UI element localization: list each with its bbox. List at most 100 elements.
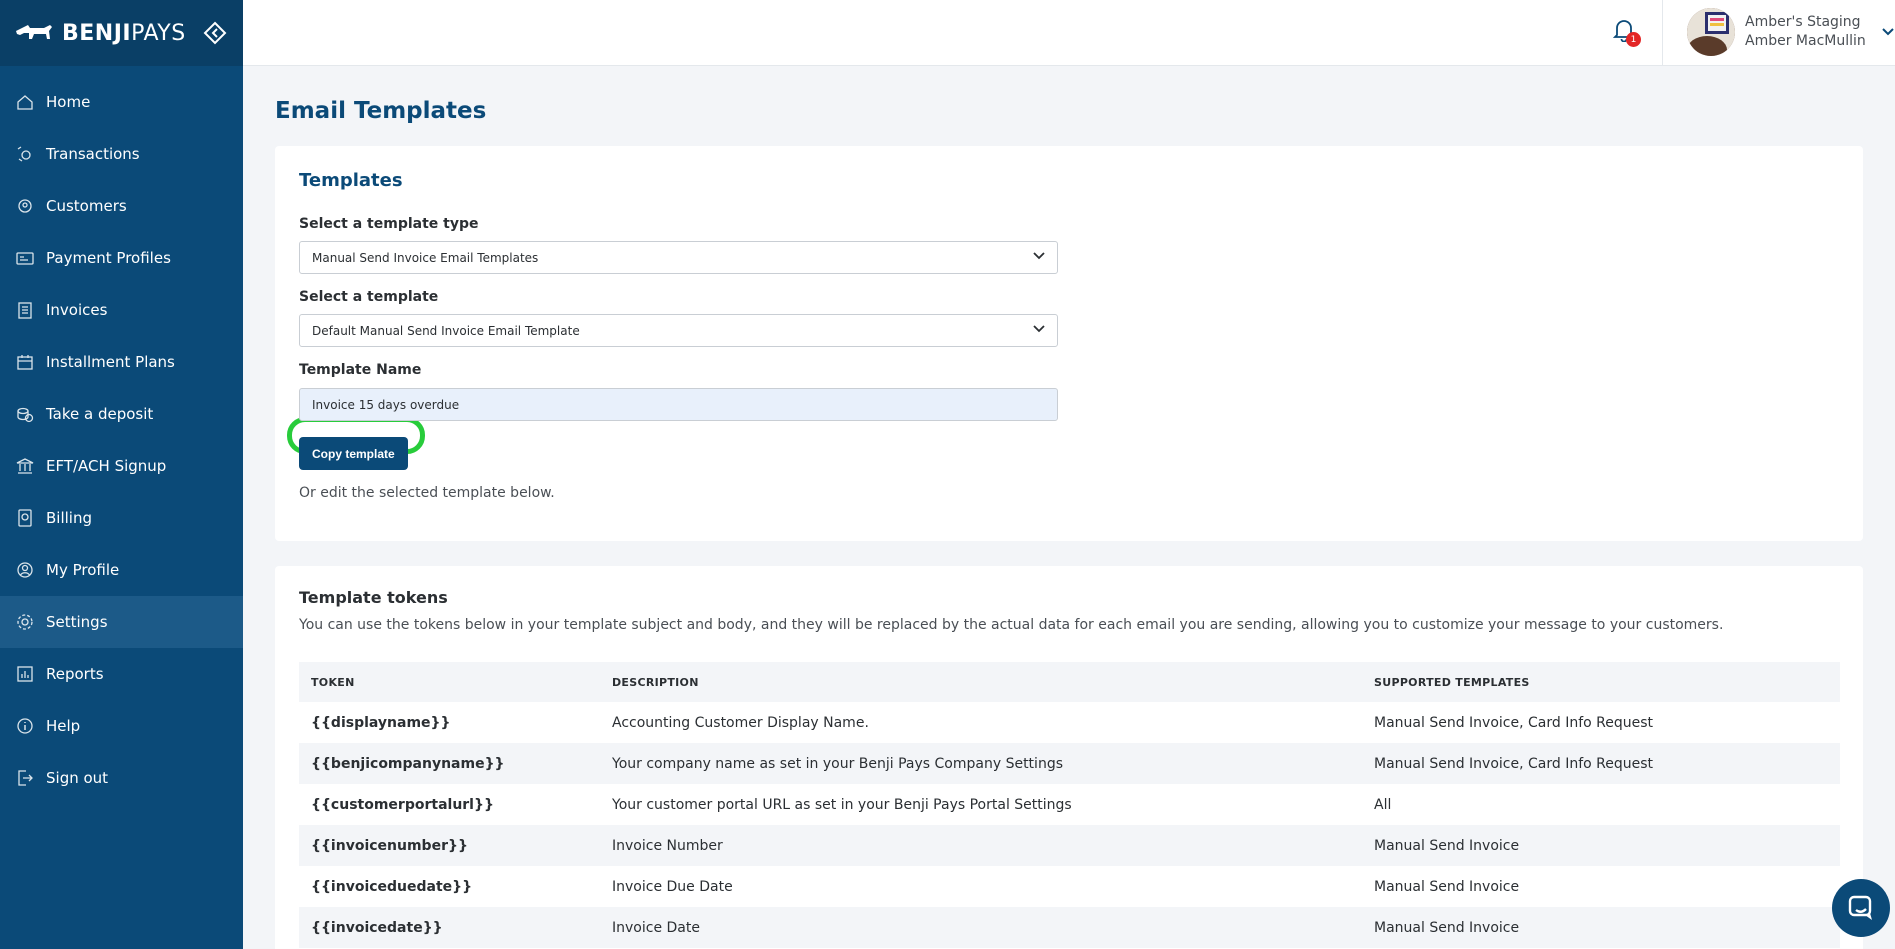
sidebar-item-label: Help — [46, 717, 81, 735]
reports-icon — [16, 665, 34, 683]
sidebar-item-label: Customers — [46, 197, 127, 215]
collapse-icon — [203, 21, 227, 45]
templates-card-title: Templates — [299, 170, 403, 191]
user-name: Amber MacMullin — [1745, 33, 1866, 49]
cell-supported: All — [1374, 796, 1392, 813]
cell-token: {{customerportalurl}} — [311, 796, 494, 813]
sidebar-item-take-a-deposit[interactable]: Take a deposit — [0, 388, 243, 440]
table-header: TOKEN DESCRIPTION SUPPORTED TEMPLATES — [299, 662, 1840, 702]
cell-supported: Manual Send Invoice, Card Info Request — [1374, 755, 1654, 772]
sidebar-item-settings[interactable]: Settings — [0, 596, 243, 648]
sidebar-item-eft-ach-signup[interactable]: EFT/ACH Signup — [0, 440, 243, 492]
template-type-select[interactable]: Manual Send Invoice Email Templates — [299, 241, 1058, 274]
sidebar-item-home[interactable]: Home — [0, 76, 243, 128]
sidebar-item-label: Payment Profiles — [46, 249, 171, 267]
sidebar-item-label: Transactions — [46, 145, 140, 163]
template-name-label: Template Name — [299, 362, 422, 378]
transactions-icon — [16, 145, 34, 163]
sidebar-item-label: Home — [46, 93, 91, 111]
sidebar-item-invoices[interactable]: Invoices — [0, 284, 243, 336]
cell-description: Invoice Due Date — [612, 878, 733, 895]
template-name-value: Invoice 15 days overdue — [312, 397, 460, 412]
sidebar-item-installment-plans[interactable]: Installment Plans — [0, 336, 243, 388]
sidebar-item-label: Installment Plans — [46, 353, 175, 371]
page-title: Email Templates — [275, 98, 487, 124]
cell-description: Your company name as set in your Benji P… — [612, 755, 1063, 772]
header-divider — [1662, 0, 1663, 66]
sidebar-item-reports[interactable]: Reports — [0, 648, 243, 700]
cell-token: {{invoicenumber}} — [311, 837, 468, 854]
cell-supported: Manual Send Invoice — [1374, 837, 1520, 854]
cell-description: Invoice Date — [612, 919, 700, 936]
table-row: {{displayname}} Accounting Customer Displ… — [299, 702, 1840, 743]
template-type-label: Select a template type — [299, 216, 479, 232]
chevron-down-icon — [1882, 28, 1894, 36]
user-menu[interactable]: Amber's Staging Amber MacMullin — [1687, 8, 1894, 56]
notifications-button[interactable]: 1 — [1612, 18, 1643, 48]
home-icon — [16, 93, 34, 111]
brand-logo[interactable]: BENJIPAYS — [14, 21, 186, 46]
sidebar: BENJIPAYS Home Transactions Customers Payme… — [0, 0, 243, 949]
tokens-card-title: Template tokens — [299, 588, 448, 607]
tokens-table: TOKEN DESCRIPTION SUPPORTED TEMPLATES {{… — [299, 662, 1840, 948]
column-header-token: TOKEN — [311, 675, 355, 689]
brand-name-light: PAYS — [131, 20, 186, 46]
cell-token: {{invoicedate}} — [311, 919, 443, 936]
sign-out-icon — [16, 769, 34, 787]
cell-token: {{displayname}} — [311, 714, 451, 731]
cell-token: {{benjicompanyname}} — [311, 755, 505, 772]
payment-profiles-icon — [16, 249, 34, 267]
tokens-card: Template tokens You can use the tokens b… — [275, 566, 1863, 949]
sidebar-item-label: Settings — [46, 613, 108, 631]
avatar — [1687, 8, 1735, 56]
cell-supported: Manual Send Invoice — [1374, 878, 1520, 895]
template-select[interactable]: Default Manual Send Invoice Email Templa… — [299, 314, 1058, 347]
main-content: Email Templates Templates Select a templ… — [243, 66, 1895, 949]
sidebar-item-label: EFT/ACH Signup — [46, 457, 167, 475]
invoices-icon — [16, 301, 34, 319]
cell-description: Accounting Customer Display Name. — [612, 714, 869, 731]
chat-support-button[interactable] — [1832, 879, 1890, 937]
sidebar-item-label: Billing — [46, 509, 92, 527]
sidebar-item-label: Invoices — [46, 301, 108, 319]
sidebar-item-payment-profiles[interactable]: Payment Profiles — [0, 232, 243, 284]
cell-supported: Manual Send Invoice — [1374, 919, 1520, 936]
notification-badge: 1 — [1626, 32, 1641, 47]
sidebar-item-label: Sign out — [46, 769, 109, 787]
brand-name-bold: BENJI — [62, 20, 132, 46]
sidebar-collapse-button[interactable] — [201, 19, 229, 47]
billing-icon — [16, 509, 34, 527]
customers-icon — [16, 197, 34, 215]
template-type-value: Manual Send Invoice Email Templates — [312, 250, 539, 265]
copy-template-button[interactable]: Copy template — [299, 437, 408, 470]
logo-bar: BENJIPAYS — [0, 0, 243, 66]
sidebar-item-label: My Profile — [46, 561, 120, 579]
chevron-down-icon — [1033, 252, 1045, 260]
cell-description: Your customer portal URL as set in your … — [612, 796, 1072, 813]
cell-supported: Manual Send Invoice, Card Info Request — [1374, 714, 1654, 731]
sidebar-item-transactions[interactable]: Transactions — [0, 128, 243, 180]
sidebar-item-my-profile[interactable]: My Profile — [0, 544, 243, 596]
column-header-description: DESCRIPTION — [612, 675, 699, 689]
company-name: Amber's Staging — [1745, 14, 1861, 30]
edit-helper-text: Or edit the selected template below. — [299, 485, 555, 501]
table-row: {{invoiceduedate}} Invoice Due Date Manual… — [299, 866, 1840, 907]
sidebar-item-help[interactable]: Help — [0, 700, 243, 752]
sidebar-item-billing[interactable]: Billing — [0, 492, 243, 544]
template-name-input[interactable]: Invoice 15 days overdue — [299, 388, 1058, 421]
sidebar-item-sign-out[interactable]: Sign out — [0, 752, 243, 804]
sidebar-item-customers[interactable]: Customers — [0, 180, 243, 232]
table-body: {{displayname}} Accounting Customer Displ… — [299, 702, 1840, 948]
calendar-icon — [16, 353, 34, 371]
sidebar-item-label: Take a deposit — [46, 405, 154, 423]
deposit-icon — [16, 405, 34, 423]
tokens-description: You can use the tokens below in your tem… — [299, 617, 1724, 633]
top-header: 1 Amber's Staging Amber MacMullin — [243, 0, 1895, 66]
benji-dog-icon — [16, 25, 52, 39]
templates-card: Templates Select a template type Manual … — [275, 146, 1863, 541]
profile-icon — [16, 561, 34, 579]
chevron-down-icon — [1033, 325, 1045, 333]
table-row: {{customerportalurl}} Your customer porta… — [299, 784, 1840, 825]
template-value: Default Manual Send Invoice Email Templa… — [312, 323, 580, 338]
chat-icon — [1848, 895, 1872, 920]
